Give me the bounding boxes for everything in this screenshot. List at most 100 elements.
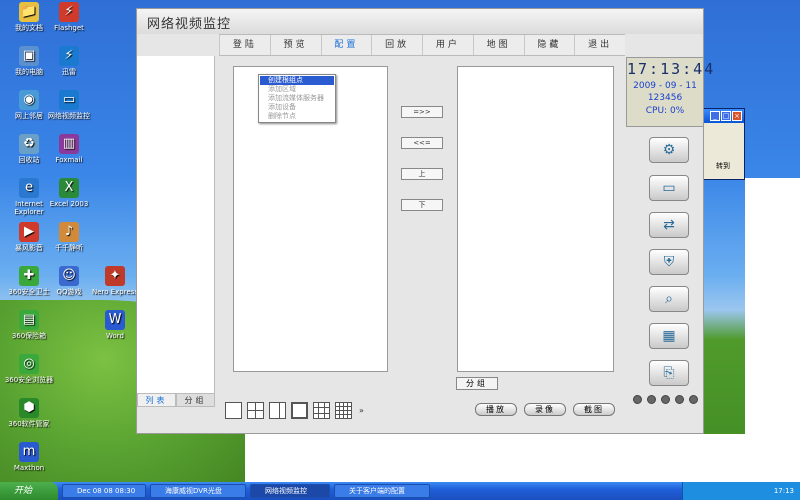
recycle-bin-icon: ♻	[19, 134, 39, 154]
layout-16-icon[interactable]	[335, 402, 352, 419]
network-tool-icon[interactable]: ⇄	[649, 212, 689, 238]
clock-id: 123456	[647, 93, 683, 103]
desktop-icon-label: 千千静听	[55, 244, 83, 252]
desktop-icon-label: 迅雷	[62, 68, 76, 76]
task-item[interactable]: Dec 08 08 08:30	[62, 484, 146, 498]
background-area-bottom	[245, 434, 800, 482]
layout-1-icon[interactable]	[225, 402, 242, 419]
media-icon: ▶	[19, 222, 39, 242]
network-icon: ◉	[19, 90, 39, 110]
desktop-icon-label: 360软件管家	[8, 420, 50, 428]
layout-6-icon[interactable]	[269, 402, 286, 419]
dot-1[interactable]	[633, 395, 642, 404]
flashget-icon: ⚡	[59, 2, 79, 22]
archive-icon: ▥	[59, 134, 79, 154]
menu-item[interactable]: 退出	[574, 35, 625, 55]
background-window[interactable]: _ □ × 转到	[703, 108, 745, 180]
dot-3[interactable]	[661, 395, 670, 404]
minimize-icon[interactable]: _	[710, 111, 720, 121]
tray-clock: 17:13	[773, 487, 794, 495]
desktop-icon[interactable]: m Maxthon	[0, 442, 58, 472]
desktop-icon[interactable]: ♪ 千千静听	[40, 222, 98, 252]
clock-panel: 17:13:44 2009 - 09 - 11 123456 CPU: 0%	[626, 57, 713, 127]
tab-group[interactable]: 分组	[176, 393, 215, 407]
desktop-icon-label: 360保险箱	[11, 332, 47, 340]
group-list[interactable]	[457, 66, 614, 372]
record-button[interactable]: 录像	[524, 403, 566, 416]
menu-item-add-stream-server[interactable]: 添加流媒体服务器	[260, 94, 334, 103]
task-item[interactable]: 关于客户端的配置	[334, 484, 430, 498]
browser-icon: ◎	[19, 354, 39, 374]
menu-item[interactable]: 用户	[422, 35, 473, 55]
menu-item[interactable]: 登陆	[219, 35, 270, 55]
safe-icon: ▤	[19, 310, 39, 330]
desktop-icon-label: Foxmail	[55, 156, 83, 164]
menu-item-create-root[interactable]: 创建根组点	[260, 76, 334, 85]
task-item-active[interactable]: 网络视频监控	[250, 484, 330, 498]
group-button[interactable]: 分组	[456, 377, 498, 390]
close-icon[interactable]: ×	[732, 111, 742, 121]
shield-icon: ✚	[19, 266, 39, 286]
menu-item[interactable]: 回放	[371, 35, 422, 55]
maximize-icon[interactable]: □	[721, 111, 731, 121]
background-window-titlebar[interactable]: _ □ ×	[704, 109, 744, 123]
search-tool-icon[interactable]: ⌕	[649, 286, 689, 312]
snapshot-button[interactable]: 截图	[573, 403, 615, 416]
go-button[interactable]: 转到	[716, 161, 730, 171]
security-tool-icon[interactable]: ⛨	[649, 249, 689, 275]
layout-4-icon[interactable]	[247, 402, 264, 419]
desktop-icon[interactable]: ⬢ 360软件管家	[0, 398, 58, 428]
menu-item-delete-node[interactable]: 删除节点	[260, 112, 334, 121]
menu-item[interactable]: 隐藏	[523, 35, 575, 55]
clock-date: 2009 - 09 - 11	[633, 81, 697, 91]
device-list-panel[interactable]	[137, 56, 215, 406]
desktop-icon-label: Flashget	[54, 24, 84, 32]
config-tool-icon[interactable]: ⚙	[649, 137, 689, 163]
desktop-icon-label: Maxthon	[13, 464, 45, 472]
qq-icon: ☺	[59, 266, 79, 286]
menu-item[interactable]: 配置	[320, 35, 372, 55]
music-icon: ♪	[59, 222, 79, 242]
thunder-icon: ⚡	[59, 46, 79, 66]
desktop-icon[interactable]: ▭ 网络视频监控	[40, 90, 98, 120]
menu-item[interactable]: 地图	[472, 35, 524, 55]
layout-9-icon[interactable]	[313, 402, 330, 419]
move-right-button[interactable]: =>>	[401, 106, 443, 118]
monitor-app-window: 网络视频监控 登陆 预览 配置 回放 用户 地图 隐藏 退出 列表 分组 创建根组点 添加区域…	[136, 8, 713, 434]
folder-icon: 📁	[19, 2, 39, 22]
dot-5[interactable]	[689, 395, 698, 404]
desktop-icon[interactable]: ▤ 360保险箱	[0, 310, 58, 340]
monitor-tool-icon[interactable]: ▭	[649, 175, 689, 201]
move-left-button[interactable]: <<=	[401, 137, 443, 149]
move-up-button[interactable]: 上	[401, 168, 443, 180]
desktop-icon-label: 360安全浏览器	[4, 376, 54, 384]
desktop-icon[interactable]: ▥ Foxmail	[40, 134, 98, 164]
task-item[interactable]: 海康威视DVR光盘	[150, 484, 246, 498]
layout-more-button[interactable]: »	[359, 406, 364, 415]
export-tool-icon[interactable]: ⎘	[649, 360, 689, 386]
dot-4[interactable]	[675, 395, 684, 404]
ie-icon: e	[19, 178, 39, 198]
desktop-icon[interactable]: ◎ 360安全浏览器	[0, 354, 58, 384]
desktop-icon[interactable]: ⚡ 迅雷	[40, 46, 98, 76]
dot-2[interactable]	[647, 395, 656, 404]
layout-8-icon[interactable]	[291, 402, 308, 419]
menu-item[interactable]: 预览	[269, 35, 321, 55]
desktop-icons: 📁 我的文档 ▣ 我的电脑 ◉ 网上邻居 ♻ 回收站 e Internet Explorer ▶ 暴风…	[0, 0, 138, 480]
menu-item-add-area[interactable]: 添加区域	[260, 85, 334, 94]
main-menu: 登陆 预览 配置 回放 用户 地图 隐藏 退出	[219, 34, 625, 56]
tab-list[interactable]: 列表	[137, 393, 176, 407]
desktop-icon-label: 网络视频监控	[48, 112, 90, 120]
desktop-icon-label: Excel 2003	[49, 200, 89, 208]
computer-icon: ▣	[19, 46, 39, 66]
start-button[interactable]: 开始	[0, 482, 58, 500]
desktop-icon[interactable]: ⚡ Flashget	[40, 2, 98, 32]
move-down-button[interactable]: 下	[401, 199, 443, 211]
monitor-icon: ▭	[59, 90, 79, 110]
board-tool-icon[interactable]: ▦	[649, 323, 689, 349]
play-button[interactable]: 播放	[475, 403, 517, 416]
menu-item-add-device[interactable]: 添加设备	[260, 103, 334, 112]
nero-icon: ✦	[105, 266, 125, 286]
page-dots	[633, 395, 698, 404]
desktop-icon[interactable]: X Excel 2003	[40, 178, 98, 208]
